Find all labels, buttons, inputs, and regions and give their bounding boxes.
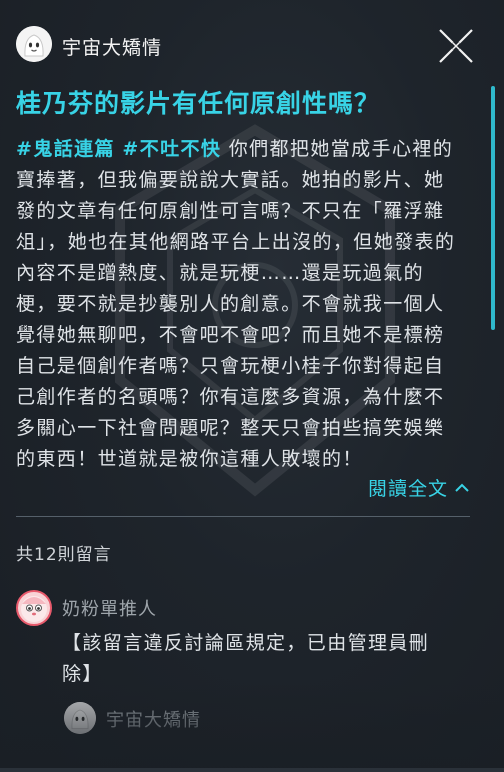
post-detail-panel: 宇宙大矯情 桂乃芬的影片有任何原創性嗎？ #鬼話連篇 #不吐不快 你們都把她當成… bbox=[0, 0, 504, 772]
post-body-text: 你們都把她當成手心裡的寶捧著，但我偏要說說大實話。她拍的影片、她發的文章有任何原… bbox=[16, 138, 456, 470]
read-more-button[interactable]: 閱讀全文 bbox=[368, 474, 470, 501]
close-icon bbox=[439, 29, 473, 63]
chevron-up-icon bbox=[455, 483, 469, 492]
post-body: #鬼話連篇 #不吐不快 你們都把她當成手心裡的寶捧著，但我偏要說說大實話。她拍的… bbox=[16, 134, 460, 475]
author-avatar[interactable] bbox=[16, 26, 52, 62]
tag-link[interactable]: #不吐不快 bbox=[122, 138, 221, 160]
reply-author-name[interactable]: 宇宙大矯情 bbox=[106, 706, 201, 732]
comment-text: 【該留言違反討論區規定，已由管理員刪除】 bbox=[62, 632, 430, 685]
tag-link[interactable]: #鬼話連篇 bbox=[16, 138, 115, 160]
author-name[interactable]: 宇宙大矯情 bbox=[62, 33, 162, 60]
cute-face-avatar-icon bbox=[21, 596, 47, 622]
divider bbox=[16, 516, 470, 517]
close-button[interactable] bbox=[436, 26, 476, 66]
scrollbar-thumb[interactable] bbox=[491, 86, 495, 330]
post-title: 桂乃芬的影片有任何原創性嗎？ bbox=[16, 89, 381, 118]
read-more-label: 閱讀全文 bbox=[367, 478, 448, 500]
ghost-avatar-icon bbox=[16, 26, 52, 62]
bottom-bar bbox=[0, 768, 504, 772]
ghost-avatar-icon bbox=[64, 702, 96, 734]
commenter-name[interactable]: 奶粉單推人 bbox=[62, 595, 157, 621]
reply-author-avatar[interactable] bbox=[64, 702, 96, 734]
comment-count: 共12則留言 bbox=[16, 545, 112, 565]
commenter-avatar[interactable] bbox=[16, 590, 52, 626]
post-header: 宇宙大矯情 bbox=[16, 26, 488, 66]
